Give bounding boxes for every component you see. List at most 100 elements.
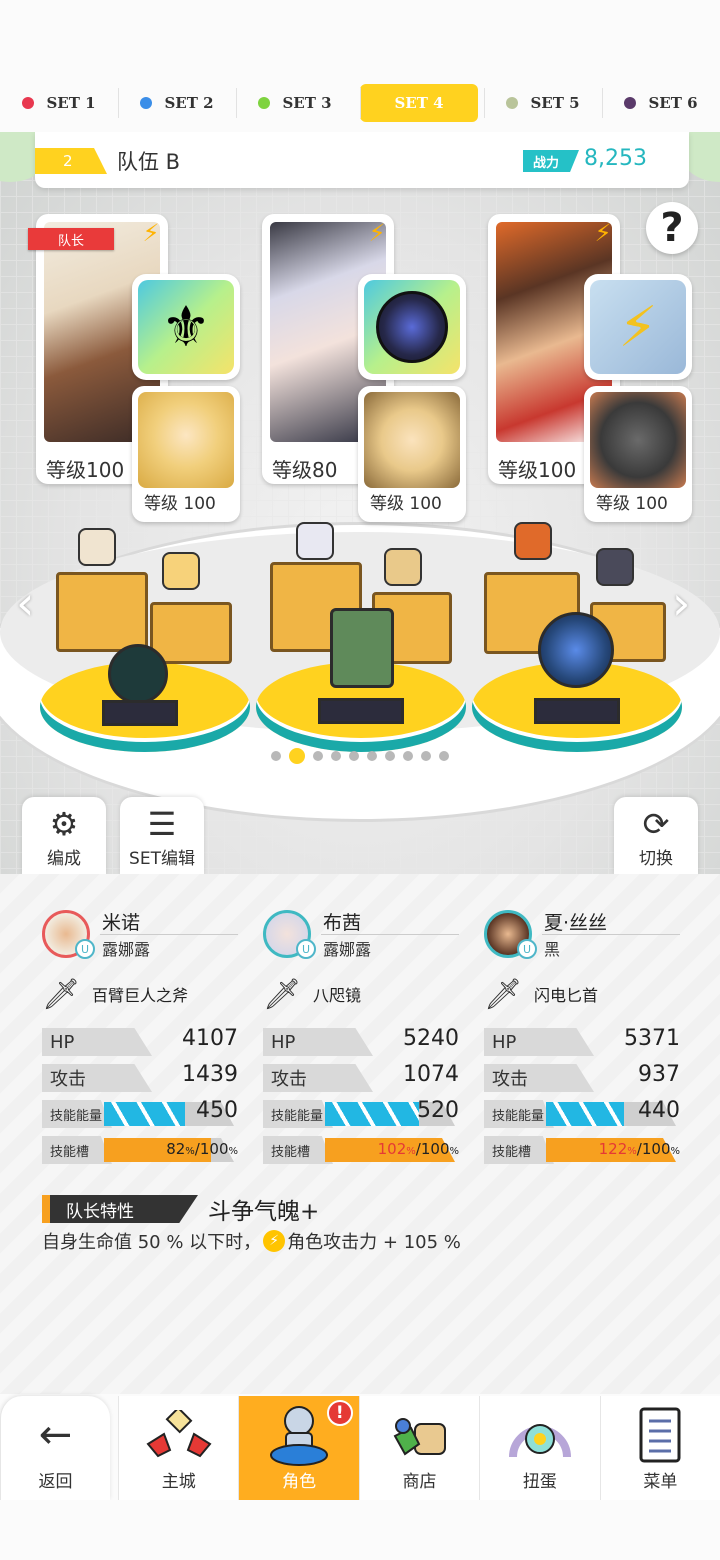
character-card-1[interactable]: 等级100 队长 ⚡ ⚜ 等级 100	[28, 214, 240, 522]
power-label: 战力	[522, 150, 579, 172]
character-card-2[interactable]: 等级80 ⚡ 等级 100	[262, 214, 466, 522]
lightning-dagger-icon: ⚡	[590, 280, 686, 374]
lightning-icon: ⚡	[368, 219, 386, 247]
set-tab-6[interactable]: SET 6	[602, 84, 720, 122]
goggles-girl-icon	[364, 392, 460, 488]
power-value: 8,253	[584, 146, 647, 171]
set-tab-3[interactable]: SET 3	[236, 84, 354, 122]
character-card-3[interactable]: 等级100 ⚡ ⚡ 等级 100	[488, 214, 692, 522]
leader-trait-label: 队长特性	[42, 1195, 198, 1223]
attack-row: 攻击 1074	[263, 1062, 459, 1096]
dark-mirror-icon	[538, 612, 614, 688]
skill-slot-row: 技能槽 82%/100%	[42, 1134, 238, 1168]
chibi-character-icon	[162, 552, 200, 590]
help-button[interactable]: ?	[646, 202, 698, 254]
sub-character-slot[interactable]: 等级 100	[132, 386, 240, 522]
stat-header: U 布茜 露娜露	[263, 904, 459, 964]
nav-town[interactable]: 主城	[118, 1396, 239, 1500]
chibi-character-icon	[384, 548, 422, 586]
page-dot[interactable]	[367, 751, 377, 761]
weapon-sword-icon: 🗡	[484, 976, 523, 1012]
slot-percent: 82	[166, 1140, 186, 1158]
weapon-slot[interactable]: ⚡	[584, 274, 692, 380]
golden-axe-icon: ⚜	[138, 280, 234, 374]
team-number: 2	[35, 148, 107, 174]
chibi-character-icon	[596, 548, 634, 586]
skill-energy-row: 技能能量 450	[42, 1098, 238, 1132]
page-dot[interactable]	[403, 751, 413, 761]
character-faction: 黑	[544, 940, 561, 959]
character-faction: 露娜露	[102, 940, 151, 959]
nav-gacha[interactable]: 扭蛋	[479, 1396, 600, 1500]
green-book-icon	[330, 608, 394, 688]
page-dot[interactable]	[313, 751, 323, 761]
hp-row: HP 4107	[42, 1026, 238, 1060]
attack-row: 攻击 1439	[42, 1062, 238, 1096]
dark-mirror-icon	[364, 280, 460, 374]
chibi-character-icon	[78, 528, 116, 566]
character-name: 夏·丝丝	[544, 912, 608, 934]
stat-header: U 米诺 露娜露	[42, 904, 238, 964]
set-tab-1[interactable]: SET 1	[0, 84, 118, 122]
character-faction: 露娜露	[323, 940, 372, 959]
lightning-icon: ⚡	[142, 219, 160, 247]
weapon-slot[interactable]: ⚜	[132, 274, 240, 380]
next-arrow-icon[interactable]: ›	[672, 576, 690, 630]
nav-character[interactable]: 角色 !	[238, 1396, 359, 1500]
page-dot[interactable]	[421, 751, 431, 761]
attack-row: 攻击 937	[484, 1062, 680, 1096]
leader-trait: 队长特性 斗争气魄+	[42, 1192, 319, 1226]
character-avatar[interactable]: U	[263, 910, 316, 959]
back-button[interactable]: ← 返回	[0, 1396, 110, 1500]
page-dot[interactable]	[439, 751, 449, 761]
character-avatar[interactable]: U	[42, 910, 95, 959]
stat-column-1: U 米诺 露娜露 🗡 百臂巨人之斧 HP 4107 攻击 1439 技能能量 450 技…	[42, 904, 238, 1168]
sub-character-level: 等级 100	[370, 494, 442, 514]
prev-arrow-icon[interactable]: ‹	[16, 576, 34, 630]
gacha-orb-icon	[505, 1403, 575, 1467]
page-dot[interactable]	[385, 751, 395, 761]
team-bar[interactable]: 2 队伍 B 战力 8,253	[35, 132, 689, 188]
character-avatar[interactable]: U	[484, 910, 537, 959]
leader-trait-description: 自身生命值 50 % 以下时， ⚡ 角色攻击力 + 105 %	[42, 1230, 461, 1253]
sub-character-slot[interactable]: 等级 100	[358, 386, 466, 522]
sub-character-level: 等级 100	[596, 494, 668, 514]
black-cat-icon	[590, 392, 686, 488]
stat-column-2: U 布茜 露娜露 🗡 八咫镜 HP 5240 攻击 1074 技能能量 520 技能槽 1…	[263, 904, 459, 1168]
set-tabs: SET 1 SET 2 SET 3 SET 4 SET 5 SET 6	[0, 84, 720, 122]
page-dot[interactable]	[331, 751, 341, 761]
hp-row: HP 5371	[484, 1026, 680, 1060]
set-tab-4[interactable]: SET 4	[360, 84, 478, 122]
skill-energy-row: 技能能量 520	[263, 1098, 459, 1132]
formation-gear-icon: ⚙	[49, 805, 79, 843]
page-dot[interactable]	[349, 751, 359, 761]
character-name: 米诺	[102, 912, 141, 934]
character-icon	[264, 1403, 334, 1467]
weapon-sword-icon: 🗡	[42, 976, 81, 1012]
set-tab-5[interactable]: SET 5	[484, 84, 602, 122]
faction-icon: U	[517, 939, 537, 959]
team-name: 队伍 B	[117, 150, 181, 174]
character-name: 布茜	[323, 912, 362, 934]
lightning-icon: ⚡	[594, 219, 612, 247]
set-tab-2[interactable]: SET 2	[118, 84, 236, 122]
switch-button[interactable]: ⟳ 切换	[614, 797, 698, 874]
alert-badge: !	[326, 1400, 353, 1426]
nav-shop[interactable]: 商店	[358, 1396, 480, 1500]
list-icon: ☰	[147, 805, 177, 843]
leader-trait-name: 斗争气魄+	[208, 1199, 320, 1225]
blonde-glasses-girl-icon	[138, 392, 234, 488]
chibi-character-icon	[296, 522, 334, 560]
slot-percent: 122	[598, 1140, 628, 1158]
page-dot[interactable]	[271, 751, 281, 761]
weapon-slot[interactable]	[358, 274, 466, 380]
nav-menu[interactable]: 菜单	[599, 1396, 720, 1500]
hp-row: HP 5240	[263, 1026, 459, 1060]
faction-icon: U	[75, 939, 95, 959]
leader-tag: 队长	[28, 228, 114, 250]
page-dot[interactable]	[289, 748, 305, 764]
set-edit-button[interactable]: ☰ SET编辑	[120, 797, 204, 874]
sub-character-slot[interactable]: 等级 100	[584, 386, 692, 522]
character-level: 等级100	[498, 458, 577, 482]
formation-button[interactable]: ⚙ 编成	[22, 797, 106, 874]
